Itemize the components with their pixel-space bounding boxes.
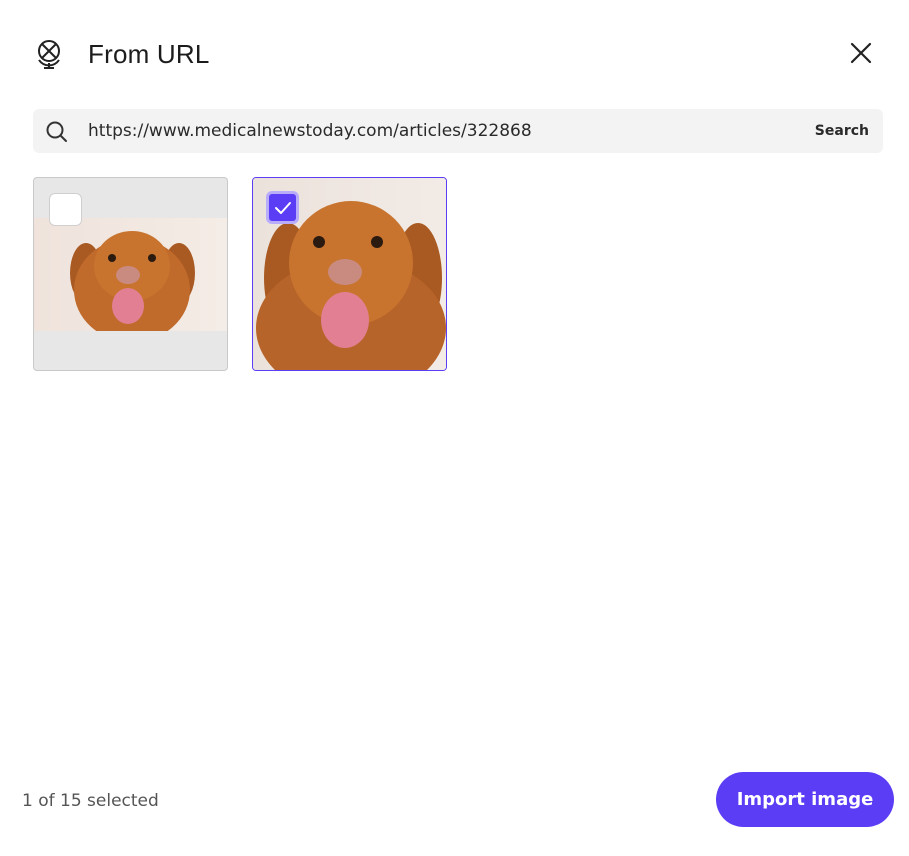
search-icon — [45, 120, 69, 144]
search-button[interactable]: Search — [815, 121, 869, 141]
image-result-tile[interactable] — [33, 177, 228, 371]
select-checkbox[interactable] — [266, 191, 299, 224]
selection-count: 1 of 15 selected — [22, 791, 159, 811]
url-input[interactable] — [88, 109, 778, 153]
import-image-button[interactable]: Import image — [716, 772, 894, 827]
image-result-tile[interactable] — [252, 177, 447, 371]
from-url-dialog: From URL Search — [0, 0, 909, 856]
close-icon — [850, 42, 872, 64]
dialog-title: From URL — [88, 39, 210, 69]
search-bar: Search — [33, 109, 883, 153]
check-icon — [274, 201, 291, 214]
no-link-globe-icon — [35, 38, 65, 70]
select-checkbox[interactable] — [49, 193, 82, 226]
close-button[interactable] — [845, 37, 877, 69]
dog-photo — [34, 218, 227, 331]
